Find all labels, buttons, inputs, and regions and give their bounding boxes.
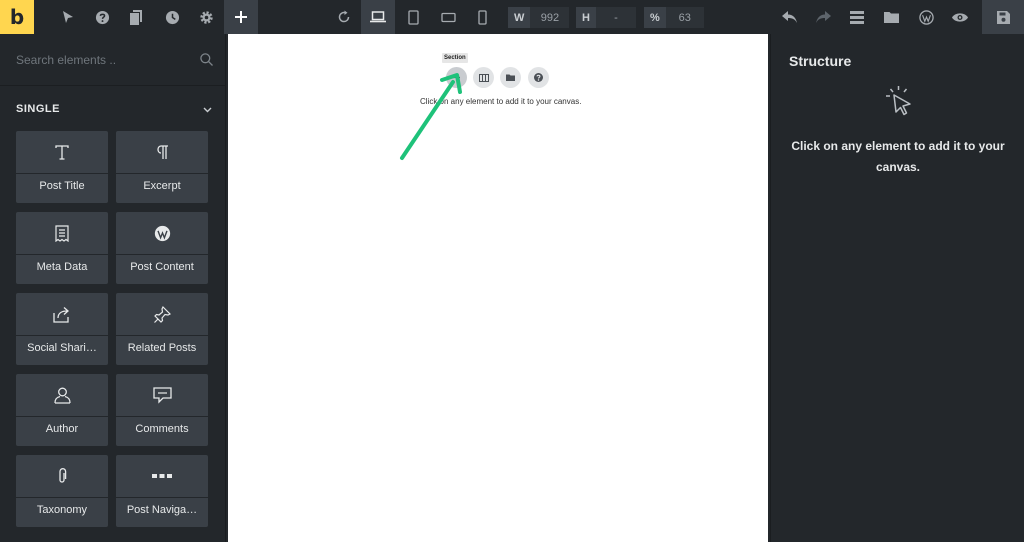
chevron-down-icon[interactable] — [203, 100, 212, 118]
mobile-view-icon[interactable] — [472, 0, 492, 34]
structure-list-icon[interactable] — [846, 0, 868, 34]
height-field[interactable]: H - — [576, 7, 636, 28]
height-label: H — [576, 7, 596, 28]
element-meta-data[interactable]: Meta Data — [16, 212, 108, 284]
wordpress-icon[interactable] — [914, 0, 938, 34]
preview-eye-icon[interactable] — [948, 0, 972, 34]
element-search — [0, 34, 225, 86]
tablet-portrait-icon[interactable] — [402, 0, 424, 34]
help-button[interactable] — [528, 67, 549, 88]
element-post-title[interactable]: Post Title — [16, 131, 108, 203]
top-toolbar: b W 992 H - % 63 — [0, 0, 1024, 34]
element-label: Social Shari… — [27, 342, 97, 354]
element-comments[interactable]: Comments — [116, 374, 208, 446]
width-value[interactable]: 992 — [530, 7, 570, 28]
element-grid: Post Title Excerpt Meta Data Post Conten… — [16, 131, 209, 527]
add-elements-button[interactable] — [224, 0, 258, 34]
element-label: Author — [45, 423, 79, 435]
element-label: Related Posts — [127, 342, 197, 354]
zoom-field[interactable]: % 63 — [644, 7, 704, 28]
tablet-landscape-icon[interactable] — [436, 0, 460, 34]
settings-gear-icon[interactable] — [194, 0, 218, 34]
structure-title: Structure — [789, 53, 852, 69]
element-label: Post Content — [130, 261, 194, 273]
annotation-arrow — [400, 73, 462, 160]
wordpress-icon — [116, 212, 208, 255]
undo-icon[interactable] — [778, 0, 800, 34]
element-post-navigation[interactable]: Post Naviga… — [116, 455, 208, 527]
element-label: Excerpt — [143, 180, 181, 192]
help-icon[interactable] — [90, 0, 114, 34]
category-header[interactable]: SINGLE — [16, 102, 212, 116]
element-label: Taxonomy — [36, 504, 88, 516]
search-icon[interactable] — [200, 53, 213, 71]
element-taxonomy[interactable]: Taxonomy — [16, 455, 108, 527]
search-input[interactable] — [16, 52, 186, 68]
category-title: SINGLE — [16, 103, 60, 115]
redo-icon[interactable] — [812, 0, 834, 34]
desktop-view-icon[interactable] — [361, 0, 395, 34]
structure-panel: Structure Click on any element to add it… — [770, 34, 1024, 542]
paragraph-icon — [116, 131, 208, 174]
structure-empty-message: Click on any element to add it to your c… — [791, 139, 1005, 174]
element-author[interactable]: Author — [16, 374, 108, 446]
pages-icon[interactable] — [124, 0, 148, 34]
builder-canvas[interactable]: Section Click on any element to add it t… — [228, 34, 768, 542]
ellipsis-icon — [116, 455, 208, 498]
width-label: W — [508, 7, 531, 28]
attachment-icon — [16, 455, 108, 498]
element-label: Meta Data — [36, 261, 88, 273]
section-tooltip: Section — [442, 53, 468, 63]
bricks-logo[interactable]: b — [0, 0, 34, 34]
history-clock-icon[interactable] — [160, 0, 184, 34]
folder-icon[interactable] — [880, 0, 902, 34]
element-label: Post Naviga… — [126, 504, 198, 516]
save-icon — [996, 10, 1010, 24]
element-label: Comments — [135, 423, 189, 435]
save-button[interactable] — [982, 0, 1024, 34]
receipt-icon — [16, 212, 108, 255]
columns-icon — [478, 73, 489, 82]
width-field[interactable]: W 992 — [508, 7, 570, 28]
comment-icon — [116, 374, 208, 417]
refresh-icon[interactable] — [333, 0, 355, 34]
element-social-sharing[interactable]: Social Shari… — [16, 293, 108, 365]
share-icon — [16, 293, 108, 336]
help-icon — [534, 73, 543, 82]
cursor-click-icon — [884, 85, 914, 124]
zoom-value[interactable]: 63 — [665, 7, 704, 28]
pin-icon — [116, 293, 208, 336]
element-post-content[interactable]: Post Content — [116, 212, 208, 284]
zoom-label: % — [644, 7, 666, 28]
elements-panel: SINGLE Post Title Excerpt Meta Data — [0, 34, 226, 542]
add-container-button[interactable] — [473, 67, 494, 88]
folder-icon — [506, 74, 515, 81]
title-icon — [16, 131, 108, 174]
user-icon — [16, 374, 108, 417]
insert-template-button[interactable] — [500, 67, 521, 88]
cursor-icon[interactable] — [56, 0, 80, 34]
element-related-posts[interactable]: Related Posts — [116, 293, 208, 365]
height-value[interactable]: - — [595, 7, 636, 28]
element-excerpt[interactable]: Excerpt — [116, 131, 208, 203]
element-label: Post Title — [39, 180, 85, 192]
